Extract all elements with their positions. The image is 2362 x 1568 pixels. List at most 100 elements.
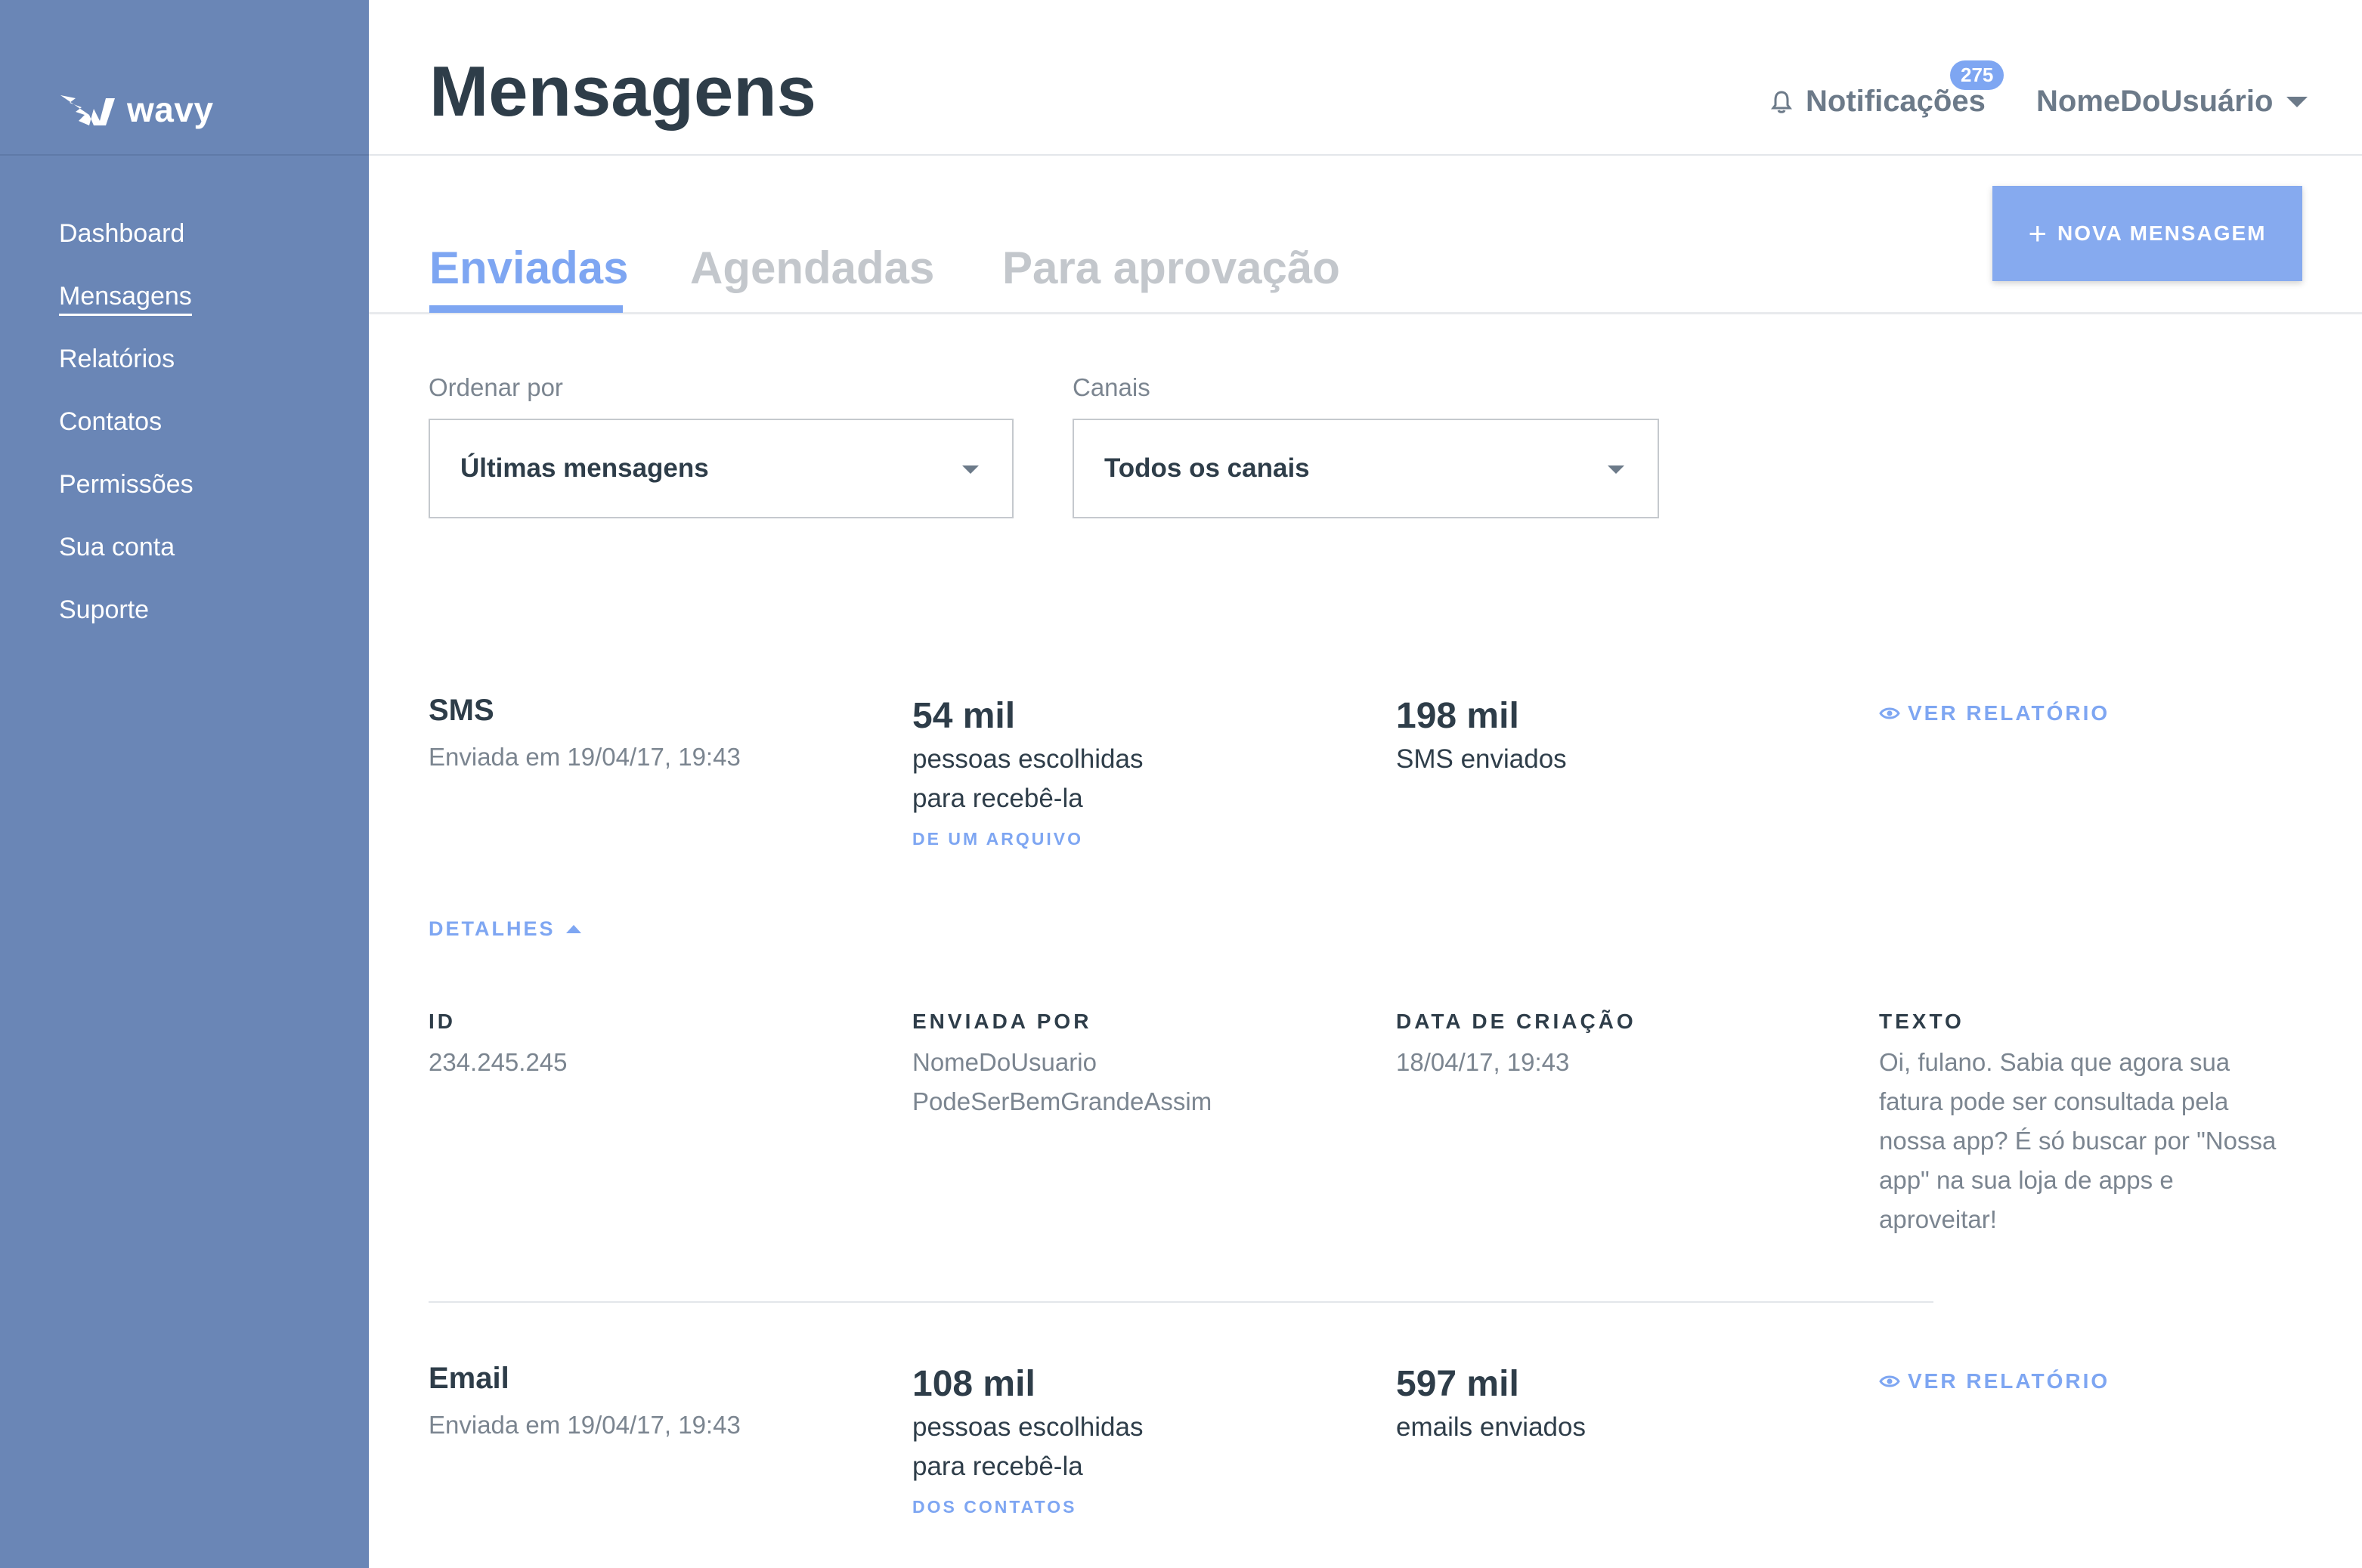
tab-para-aprovacao[interactable]: Para aprovação — [1002, 242, 1340, 294]
sidebar-item-label: Suporte — [59, 595, 150, 624]
recipients-count: 108 mil — [912, 1364, 1036, 1404]
message-channel: SMS — [429, 694, 494, 727]
sidebar-item-mensagens[interactable]: Mensagens — [59, 276, 193, 339]
sent-stat: 198 mil SMS enviados — [1396, 695, 1567, 779]
caret-up-icon — [565, 925, 581, 933]
detail-id-value: 234.245.245 — [429, 1048, 568, 1076]
detail-sent-by: ENVIADA POR NomeDoUsuario PodeSerBemGran… — [912, 1010, 1212, 1121]
view-report-link[interactable]: VER RELATÓRIO — [1879, 1369, 2110, 1393]
active-tab-indicator — [429, 305, 623, 313]
message-summary: Email Enviada em 19/04/17, 19:43 — [429, 1362, 741, 1440]
dropdown-arrow-icon — [1608, 465, 1624, 474]
new-message-label: NOVA MENSAGEM — [2057, 221, 2267, 245]
tabs-bar: Enviadas Agendadas Para aprovação + NOVA… — [369, 156, 2362, 314]
order-by-label: Ordenar por — [429, 373, 563, 401]
notifications-count-badge: 275 — [1950, 60, 2004, 90]
sidebar-item-label: Relatórios — [59, 345, 175, 373]
sidebar-item-relatorios[interactable]: Relatórios — [59, 339, 193, 401]
sent-desc: emails enviados — [1396, 1412, 1586, 1442]
detail-text-line: fatura pode ser consultada pela — [1879, 1087, 2229, 1115]
channels-select[interactable]: Todos os canais — [1073, 419, 1659, 518]
detail-text-line: aproveitar! — [1879, 1205, 1997, 1233]
sent-stat: 597 mil emails enviados — [1396, 1363, 1586, 1447]
detail-sent-by-label: ENVIADA POR — [912, 1010, 1092, 1033]
view-report-label: VER RELATÓRIO — [1908, 701, 2110, 725]
wavy-logo-icon — [60, 95, 115, 125]
recipients-desc-line: para recebê-la — [912, 784, 1083, 813]
sidebar-item-label: Mensagens — [59, 282, 192, 316]
sidebar: wavy Dashboard Mensagens Relatórios Cont… — [0, 0, 369, 1568]
notifications-label: Notificações — [1806, 85, 1986, 118]
details-toggle[interactable]: DETALHES — [429, 917, 581, 941]
logo-text: wavy — [127, 90, 214, 129]
channels-value: Todos os canais — [1104, 453, 1310, 483]
detail-text: TEXTO Oi, fulano. Sabia que agora sua fa… — [1879, 1010, 2276, 1239]
sidebar-item-label: Dashboard — [59, 219, 185, 248]
details-toggle-label: DETALHES — [429, 917, 556, 940]
dropdown-arrow-icon — [962, 465, 979, 474]
top-header: Mensagens Notificações 275 NomeDoUsuário — [369, 0, 2362, 156]
tab-agendadas[interactable]: Agendadas — [690, 242, 934, 294]
page-title: Mensagens — [429, 51, 816, 131]
recipients-desc: pessoas escolhidas para recebê-la — [912, 1408, 1143, 1486]
recipients-count: 54 mil — [912, 696, 1016, 736]
user-menu[interactable]: NomeDoUsuário — [2036, 85, 2308, 119]
row-divider — [429, 1301, 1933, 1303]
eye-icon — [1879, 707, 1900, 719]
view-report-link[interactable]: VER RELATÓRIO — [1879, 701, 2110, 725]
detail-text-line: nossa app? É só buscar por "Nossa — [1879, 1127, 2277, 1155]
sidebar-nav: Dashboard Mensagens Relatórios Contatos … — [59, 213, 193, 652]
message-channel: Email — [429, 1362, 509, 1395]
eye-icon — [1879, 1375, 1900, 1387]
detail-created-value: 18/04/17, 19:43 — [1396, 1048, 1570, 1076]
message-summary: SMS Enviada em 19/04/17, 19:43 — [429, 694, 741, 772]
detail-text-line: app" na sua loja de apps e — [1879, 1166, 2174, 1194]
detail-sent-by-value: NomeDoUsuario PodeSerBemGrandeAssim — [912, 1043, 1212, 1121]
detail-text-label: TEXTO — [1879, 1010, 1964, 1033]
view-report-label: VER RELATÓRIO — [1908, 1369, 2110, 1393]
recipients-stat: 54 mil pessoas escolhidas para recebê-la… — [912, 695, 1143, 849]
tab-enviadas[interactable]: Enviadas — [429, 242, 628, 294]
new-message-button[interactable]: + NOVA MENSAGEM — [1992, 186, 2302, 281]
sidebar-item-dashboard[interactable]: Dashboard — [59, 213, 193, 276]
bell-icon — [1771, 90, 1792, 113]
detail-text-value: Oi, fulano. Sabia que agora sua fatura p… — [1879, 1043, 2276, 1239]
recipients-source: DE UM ARQUIVO — [912, 829, 1083, 849]
message-sent-date: Enviada em 19/04/17, 19:43 — [429, 1411, 741, 1439]
sidebar-item-label: Permissões — [59, 470, 193, 499]
order-by-value: Últimas mensagens — [460, 453, 709, 483]
sidebar-item-suporte[interactable]: Suporte — [59, 589, 193, 652]
view-report-button[interactable]: VER RELATÓRIO — [1879, 1369, 2110, 1393]
sent-desc: SMS enviados — [1396, 744, 1567, 774]
recipients-desc-line: para recebê-la — [912, 1452, 1083, 1481]
detail-id: ID 234.245.245 — [429, 1010, 568, 1082]
recipients-desc: pessoas escolhidas para recebê-la — [912, 740, 1143, 818]
sidebar-item-label: Sua conta — [59, 533, 175, 561]
detail-created-label: DATA DE CRIAÇÃO — [1396, 1010, 1636, 1033]
sidebar-item-sua-conta[interactable]: Sua conta — [59, 527, 193, 589]
recipients-stat: 108 mil pessoas escolhidas para recebê-l… — [912, 1363, 1143, 1517]
detail-sent-by-line: NomeDoUsuario — [912, 1048, 1097, 1076]
view-report-button[interactable]: VER RELATÓRIO — [1879, 701, 2110, 725]
caret-down-icon — [2286, 96, 2308, 107]
plus-icon: + — [2028, 215, 2049, 251]
notifications-button[interactable]: Notificações — [1771, 85, 1986, 119]
detail-sent-by-line: PodeSerBemGrandeAssim — [912, 1087, 1212, 1115]
recipients-desc-line: pessoas escolhidas — [912, 1412, 1144, 1442]
sidebar-item-contatos[interactable]: Contatos — [59, 401, 193, 464]
sidebar-item-permissoes[interactable]: Permissões — [59, 464, 193, 527]
recipients-desc-line: pessoas escolhidas — [912, 744, 1144, 774]
detail-id-label: ID — [429, 1010, 456, 1033]
sent-count: 597 mil — [1396, 1364, 1519, 1404]
channels-label: Canais — [1073, 373, 1150, 401]
detail-created: DATA DE CRIAÇÃO 18/04/17, 19:43 — [1396, 1010, 1636, 1082]
detail-text-line: Oi, fulano. Sabia que agora sua — [1879, 1048, 2230, 1076]
sidebar-item-label: Contatos — [59, 407, 163, 436]
username-label: NomeDoUsuário — [2036, 85, 2274, 118]
brand-area: wavy — [0, 0, 369, 156]
message-sent-date: Enviada em 19/04/17, 19:43 — [429, 743, 741, 771]
logo[interactable]: wavy — [59, 89, 214, 130]
order-by-select[interactable]: Últimas mensagens — [429, 419, 1014, 518]
sent-count: 198 mil — [1396, 696, 1519, 736]
recipients-source: DOS CONTATOS — [912, 1497, 1077, 1517]
